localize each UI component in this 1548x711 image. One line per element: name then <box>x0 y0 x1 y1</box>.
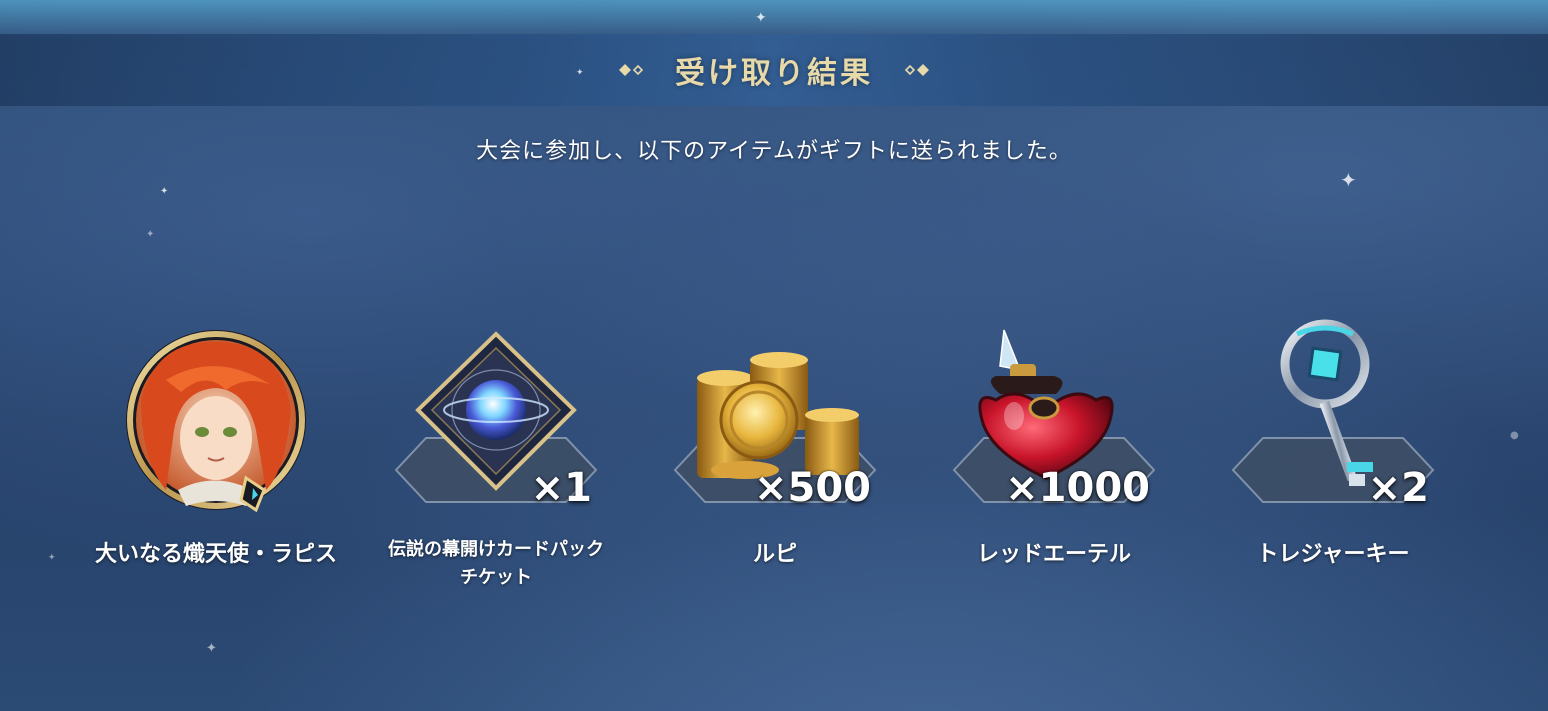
reward-item-character[interactable]: 大いなる熾天使・ラピス <box>86 320 346 600</box>
item-name: 大いなる熾天使・ラピス <box>94 542 337 567</box>
reward-result-screen[interactable]: 受け取り結果 大会に参加し、以下のアイテムがギフトに送られました。 ✦ ✦ ✦ … <box>0 0 1548 711</box>
sparkle-icon: ✦ <box>206 641 217 656</box>
item-name: 伝説の幕開けカードパック チケット <box>366 536 626 592</box>
diamond-ornament-right-icon <box>904 64 929 76</box>
page-title: 受け取り結果 <box>675 56 873 91</box>
item-name-line1: 伝説の幕開けカードパック <box>388 539 604 560</box>
sparkle-icon: ✦ <box>1340 168 1357 192</box>
item-name: トレジャーキー <box>1256 542 1410 567</box>
reward-item-list: 大いなる熾天使・ラピス ×1 伝説の幕開けカードパック チケット ×500 ルピ… <box>0 319 1548 620</box>
item-quantity: ×2 <box>1367 465 1429 511</box>
sparkle-icon: ✦ <box>160 186 169 197</box>
item-quantity: ×500 <box>753 465 871 511</box>
item-name: レッドエーテル <box>976 542 1131 567</box>
title-row: 受け取り結果 <box>0 34 1548 106</box>
character-portrait-icon <box>126 330 306 513</box>
reward-item-rupi[interactable]: ×500 ルピ <box>645 320 905 600</box>
item-name: ルピ <box>752 542 797 567</box>
reward-item-card-pack[interactable]: ×1 伝説の幕開けカードパック チケット <box>366 320 626 600</box>
item-quantity: ×1000 <box>1005 465 1150 511</box>
reward-item-red-ether[interactable]: ×1000 レッドエーテル <box>924 320 1184 600</box>
item-quantity: ×1 <box>530 465 592 511</box>
sparkle-icon: ✦ <box>755 10 767 26</box>
sparkle-icon: ✦ <box>146 229 155 240</box>
result-message: 大会に参加し、以下のアイテムがギフトに送られました。 <box>476 139 1072 164</box>
sparkle-icon: ✦ <box>576 68 584 78</box>
item-name-line2: チケット <box>460 567 532 588</box>
diamond-ornament-left-icon <box>619 64 644 76</box>
reward-item-treasure-key[interactable]: ×2 トレジャーキー <box>1203 319 1463 600</box>
